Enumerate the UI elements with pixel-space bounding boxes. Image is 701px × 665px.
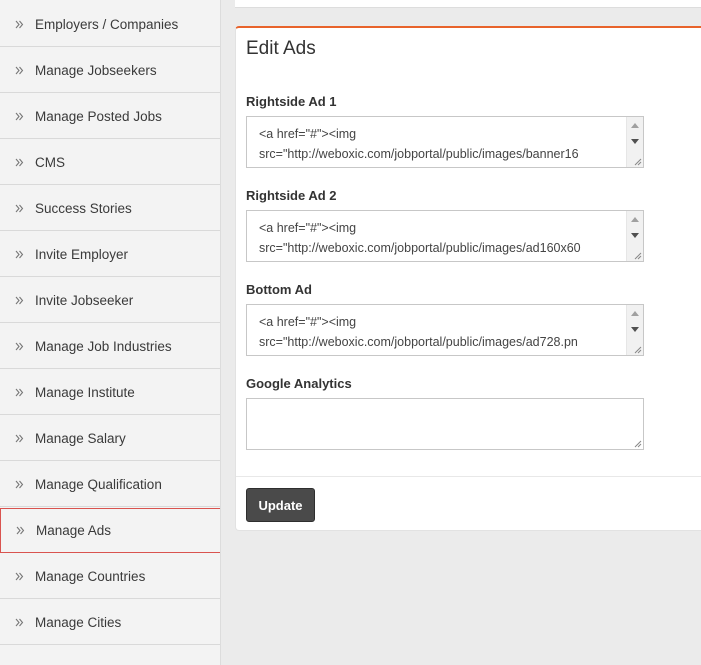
google-analytics-label: Google Analytics (246, 376, 352, 391)
scroll-up-arrow-icon[interactable] (631, 123, 639, 128)
double-chevron-right-icon (13, 66, 25, 75)
sidebar-item-manage-cities[interactable]: Manage Cities (0, 600, 220, 645)
scroll-down-arrow-icon[interactable] (631, 233, 639, 238)
textarea-line: <a href="#"><img (259, 315, 357, 329)
sidebar-item-invite-employer[interactable]: Invite Employer (0, 232, 220, 277)
sidebar-item-label: Manage Countries (35, 568, 146, 584)
page-title: Edit Ads (246, 38, 316, 59)
scroll-up-arrow-icon[interactable] (631, 311, 639, 316)
double-chevron-right-icon (13, 618, 25, 627)
rightside-ad-1-label: Rightside Ad 1 (246, 94, 337, 109)
sidebar-item-partial[interactable] (0, 646, 220, 665)
sidebar-item-manage-countries[interactable]: Manage Countries (0, 554, 220, 599)
double-chevron-right-icon (13, 480, 25, 489)
sidebar-item-label: Manage Institute (35, 384, 135, 400)
sidebar-item-manage-job-industries[interactable]: Manage Job Industries (0, 324, 220, 369)
sidebar-item-label: Manage Job Industries (35, 338, 172, 354)
sidebar-item-invite-jobseeker[interactable]: Invite Jobseeker (0, 278, 220, 323)
sidebar-item-label: Success Stories (35, 200, 132, 216)
sidebar-item-manage-jobseekers[interactable]: Manage Jobseekers (0, 48, 220, 93)
sidebar-item-manage-institute[interactable]: Manage Institute (0, 370, 220, 415)
double-chevron-right-icon (13, 572, 25, 581)
sidebar-item-label: Invite Employer (35, 246, 129, 262)
resize-grip-icon[interactable] (633, 345, 642, 354)
sidebar-item-label: Manage Ads (36, 523, 112, 538)
double-chevron-right-icon (13, 388, 25, 397)
bottom-ad-textarea[interactable]: <a href="#"><img src="http://weboxic.com… (246, 304, 644, 356)
sidebar-item-label: Invite Jobseeker (35, 292, 134, 308)
sidebar-item-employers-companies[interactable]: Employers / Companies (0, 2, 220, 47)
sidebar-item-manage-posted-jobs[interactable]: Manage Posted Jobs (0, 94, 220, 139)
sidebar-item-label: Manage Qualification (35, 476, 162, 492)
sidebar-item-label: Employers / Companies (35, 16, 179, 32)
textarea-line: <a href="#"><img (259, 221, 357, 235)
sidebar-item-label: CMS (35, 154, 65, 170)
rightside-ad-2-label: Rightside Ad 2 (246, 188, 337, 203)
textarea-line: src="http://weboxic.com/jobportal/public… (259, 335, 578, 349)
sidebar-item-success-stories[interactable]: Success Stories (0, 186, 220, 231)
sidebar-item-cms[interactable]: CMS (0, 140, 220, 185)
rightside-ad-2-textarea[interactable]: <a href="#"><img src="http://weboxic.com… (246, 210, 644, 262)
double-chevron-right-icon (13, 112, 25, 121)
sidebar-item-label: Manage Jobseekers (35, 62, 157, 78)
update-button[interactable]: Update (246, 488, 315, 522)
resize-grip-icon[interactable] (633, 251, 642, 260)
double-chevron-right-icon (13, 342, 25, 351)
sidebar-item-label: Manage Posted Jobs (35, 108, 162, 124)
edit-ads-panel: Edit Ads Rightside Ad 1 <a href="#"><img… (235, 26, 701, 531)
sidebar-item-label: Manage Salary (35, 430, 126, 446)
rightside-ad-1-textarea[interactable]: <a href="#"><img src="http://weboxic.com… (246, 116, 644, 168)
double-chevron-right-icon (13, 434, 25, 443)
double-chevron-right-icon (14, 526, 26, 535)
sidebar-item-manage-ads[interactable]: Manage Ads (0, 508, 220, 553)
sidebar-nav: Employers / Companies Manage Jobseekers … (0, 0, 221, 665)
textarea-line: src="http://weboxic.com/jobportal/public… (259, 241, 581, 255)
double-chevron-right-icon (13, 296, 25, 305)
sidebar-item-manage-salary[interactable]: Manage Salary (0, 416, 220, 461)
sidebar-item-label: Manage Cities (35, 614, 122, 630)
sidebar-item-manage-qualification[interactable]: Manage Qualification (0, 462, 220, 507)
top-strip (235, 0, 701, 8)
textarea-line: src="http://weboxic.com/jobportal/public… (259, 147, 579, 161)
form-divider (236, 476, 701, 477)
resize-grip-icon[interactable] (633, 439, 642, 448)
textarea-line: <a href="#"><img (259, 127, 357, 141)
scroll-down-arrow-icon[interactable] (631, 139, 639, 144)
bottom-ad-label: Bottom Ad (246, 282, 312, 297)
scroll-down-arrow-icon[interactable] (631, 327, 639, 332)
double-chevron-right-icon (13, 20, 25, 29)
google-analytics-textarea[interactable] (246, 398, 644, 450)
scroll-up-arrow-icon[interactable] (631, 217, 639, 222)
double-chevron-right-icon (13, 204, 25, 213)
double-chevron-right-icon (13, 250, 25, 259)
resize-grip-icon[interactable] (633, 157, 642, 166)
double-chevron-right-icon (13, 158, 25, 167)
